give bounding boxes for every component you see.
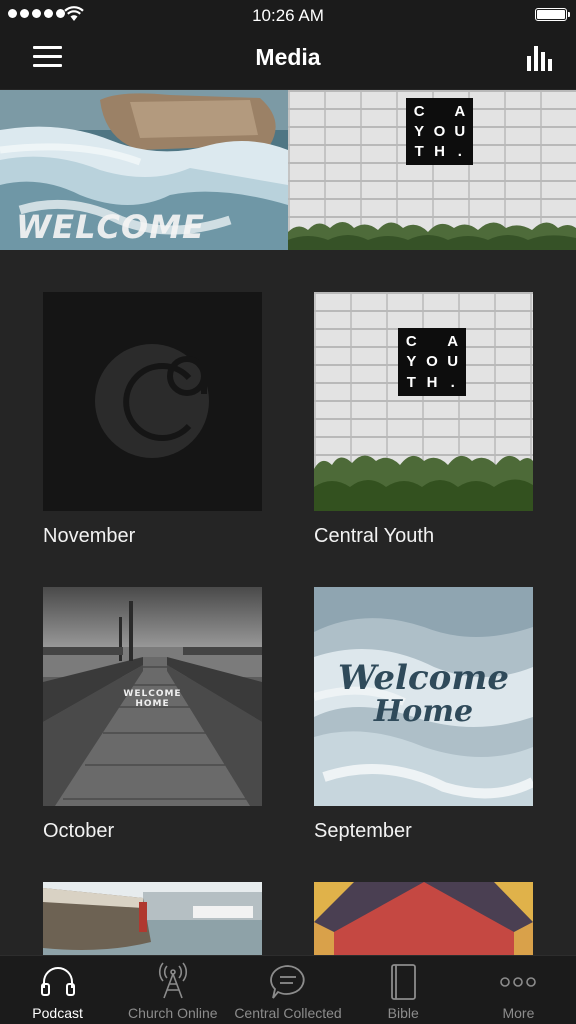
logo-letter: H <box>434 143 445 161</box>
caption-line: HOME <box>135 699 170 709</box>
media-tile-label: November <box>43 525 136 547</box>
september-artwork: Welcome Home <box>314 587 533 806</box>
tab-central-collected[interactable]: Central Collected <box>230 956 345 1024</box>
media-tile-october[interactable]: WELCOME HOME October <box>43 587 262 843</box>
logo-letter: U <box>454 122 466 140</box>
tab-bible[interactable]: Bible <box>346 956 461 1024</box>
shrub-image <box>314 455 533 511</box>
logo-letter: H <box>426 374 438 392</box>
caption-line: Welcome <box>338 658 509 698</box>
logo-letter: . <box>457 143 462 161</box>
central-youth-artwork: C A Y O U T H . <box>314 292 533 511</box>
headphones-icon <box>40 967 75 996</box>
featured-banner: WELCOME C A Y O U T H . <box>0 90 576 250</box>
status-time: 10:26 AM <box>252 6 324 25</box>
logo-letter: Y <box>414 122 425 140</box>
abstract-image <box>314 882 533 956</box>
logo-letter: U <box>447 353 459 371</box>
media-tile-abstract[interactable] <box>314 882 533 956</box>
logo-letter: Y <box>406 353 417 371</box>
featured-central-youth[interactable]: C A Y O U T H . <box>288 90 576 250</box>
media-tile-september[interactable]: Welcome Home September <box>314 587 533 843</box>
logo-letter: C <box>413 102 425 120</box>
featured-welcome-caption: WELCOME <box>16 208 205 246</box>
logo-letter: O <box>433 122 446 140</box>
tab-label: More <box>502 1005 535 1021</box>
caption-line: Home <box>373 694 474 729</box>
media-tile-harbor[interactable] <box>43 882 262 956</box>
october-artwork: WELCOME HOME <box>43 587 262 806</box>
shrub-image <box>288 222 576 250</box>
tab-label: Bible <box>387 1005 419 1021</box>
tab-label: Podcast <box>32 1005 83 1021</box>
media-tile-november[interactable]: November <box>43 292 262 548</box>
logo-letter: C <box>405 332 417 350</box>
page-title: Media <box>255 44 321 70</box>
logo-letter: T <box>406 374 416 392</box>
broadcast-tower-icon <box>158 962 187 999</box>
logo-letter: . <box>450 374 455 392</box>
tab-label: Central Collected <box>234 1005 342 1021</box>
status-bar: 10:26 AM <box>0 0 576 30</box>
tab-bar: Podcast Church Online Central Collected … <box>0 955 576 1024</box>
more-dots-icon <box>500 977 537 987</box>
book-icon <box>391 964 417 1000</box>
tab-church-online[interactable]: Church Online <box>115 956 230 1024</box>
battery-icon <box>535 8 570 21</box>
caption-line: WELCOME <box>123 689 182 699</box>
logo-letter: A <box>454 102 466 120</box>
central-youth-logo: C A Y O U T H . <box>398 328 466 396</box>
central-youth-logo: C A Y O U T H . <box>406 98 473 165</box>
october-caption: WELCOME HOME <box>43 689 262 709</box>
logo-letter: T <box>414 143 424 161</box>
logo-letter: A <box>447 332 459 350</box>
media-tile-label: September <box>314 820 412 842</box>
featured-welcome-home[interactable]: WELCOME <box>0 90 288 250</box>
media-tile-label: Central Youth <box>314 525 435 547</box>
september-caption: Welcome Home <box>314 661 533 729</box>
harbor-image <box>43 882 262 956</box>
media-tile-central-youth[interactable]: C A Y O U T H . Central Youth <box>314 292 533 548</box>
tab-podcast[interactable]: Podcast <box>0 956 115 1024</box>
november-artwork <box>43 292 262 511</box>
logo-letter: O <box>426 353 438 371</box>
tab-label: Church Online <box>128 1005 218 1021</box>
bar-chart-icon[interactable] <box>526 44 554 72</box>
church-logo-icon <box>95 344 209 458</box>
navigation-bar: Media <box>0 30 576 89</box>
media-tile-label: October <box>43 820 115 842</box>
chat-bubble-icon <box>270 965 305 999</box>
tab-more[interactable]: More <box>461 956 576 1024</box>
